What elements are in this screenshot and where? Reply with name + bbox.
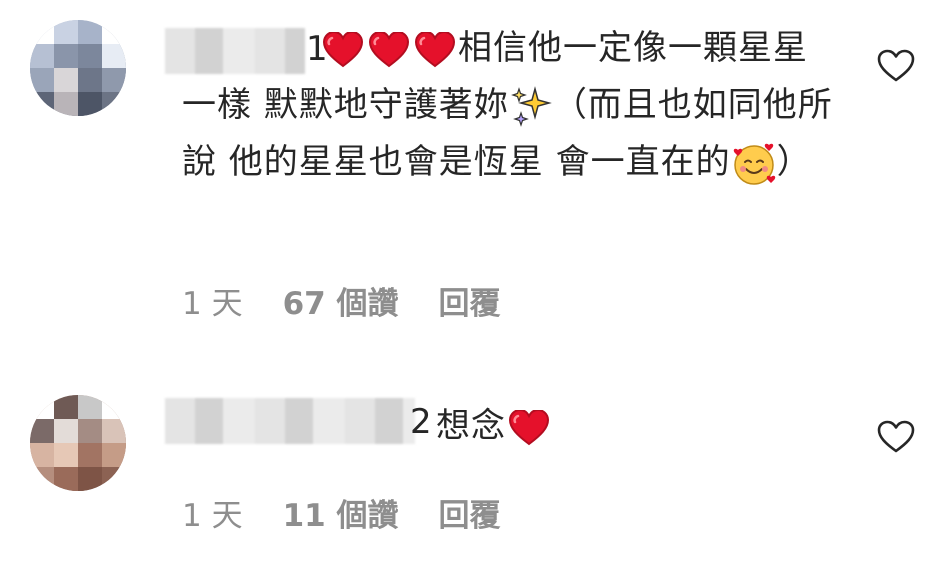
- sparkles-emoji-icon: [510, 85, 552, 127]
- comment-text-part-1: 想念: [436, 406, 506, 446]
- comment-time: 1 天: [182, 286, 243, 322]
- comment-meta: 1 天 11 個讚 回覆: [182, 490, 501, 535]
- comment-meta: 1 天 67 個讚 回覆: [182, 278, 501, 323]
- username-blurred[interactable]: [165, 398, 415, 444]
- heart-outline-icon[interactable]: [876, 48, 916, 84]
- avatar[interactable]: [30, 395, 126, 491]
- comment-text: 想念: [436, 398, 736, 455]
- reply-button[interactable]: 回覆: [439, 278, 501, 323]
- red-heart-emoji-icon: [415, 31, 455, 67]
- likes-count[interactable]: 11 個讚: [283, 490, 399, 535]
- comment-text-part-3: ）: [776, 142, 812, 182]
- username-tail: 2: [410, 402, 432, 442]
- avatar[interactable]: [30, 20, 126, 116]
- reply-button[interactable]: 回覆: [439, 490, 501, 535]
- red-heart-emoji-icon: [323, 31, 363, 67]
- red-heart-emoji-icon: [509, 409, 549, 445]
- heart-outline-icon[interactable]: [876, 419, 916, 455]
- red-heart-emoji-icon: [369, 31, 409, 67]
- smiling-face-with-hearts-emoji-icon: [733, 143, 775, 185]
- avatar-mosaic: [30, 20, 126, 116]
- comment-time: 1 天: [182, 498, 243, 534]
- comment-item-2: 2 想念 1 天 11 個讚 回覆: [0, 380, 948, 564]
- comment-item-1: 1 相信他一定像一顆星星一樣 默默地守護著妳 （而且也如同他所說 他的星星也會是…: [0, 0, 948, 345]
- likes-count[interactable]: 67 個讚: [283, 278, 399, 323]
- avatar-mosaic: [30, 395, 126, 491]
- comment-text: 相信他一定像一顆星星一樣 默默地守護著妳 （而且也如同他所說 他的星星也會是恆星…: [182, 20, 842, 191]
